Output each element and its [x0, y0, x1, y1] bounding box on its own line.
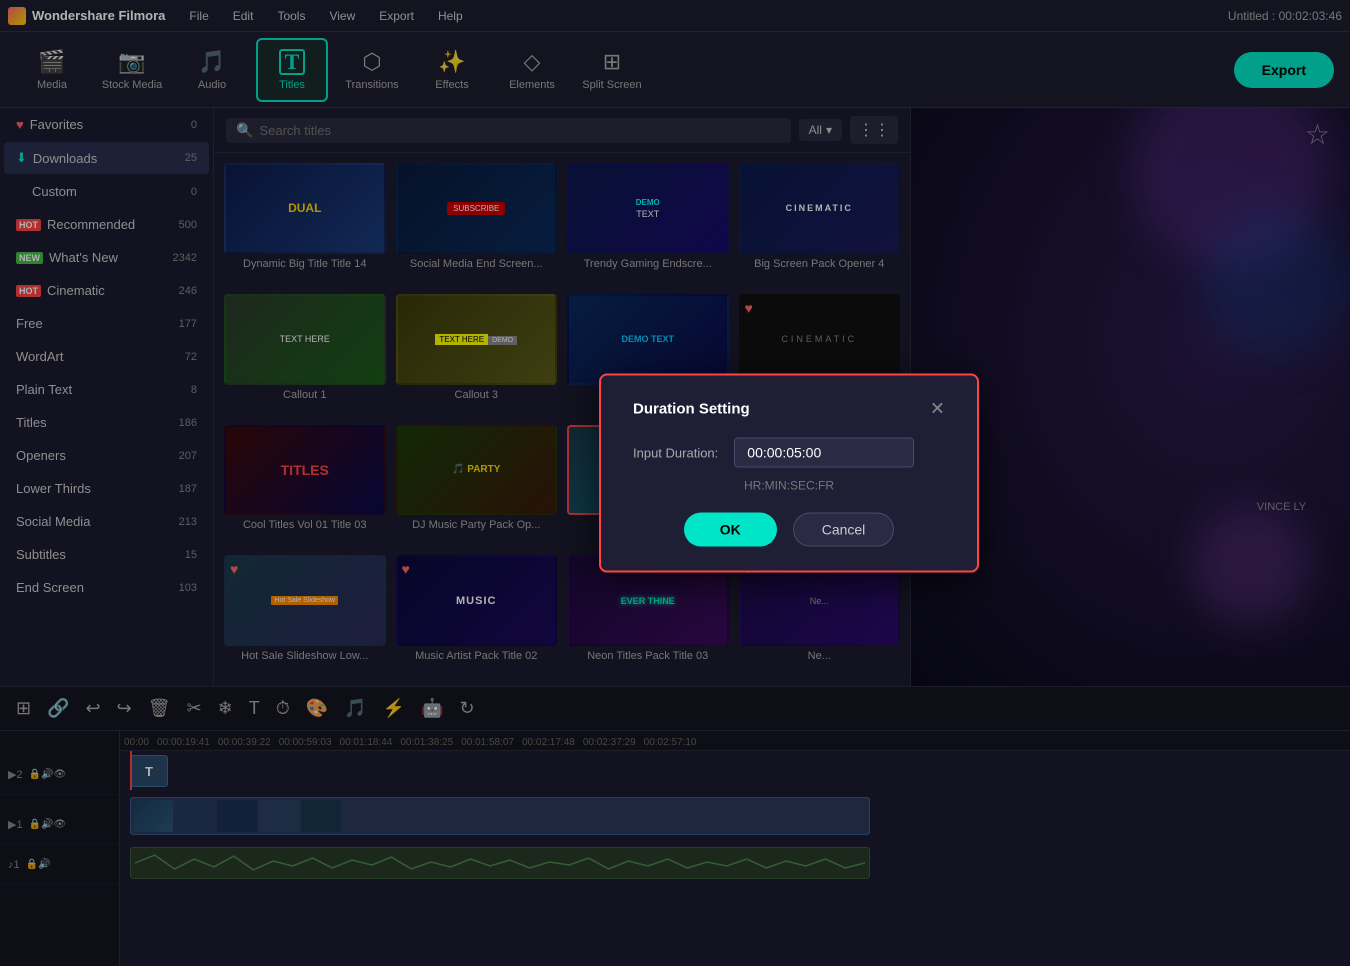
modal-ok-button[interactable]: OK	[684, 513, 777, 547]
modal-label-input-duration: Input Duration:	[633, 445, 718, 460]
modal-title: Duration Setting	[633, 400, 750, 417]
modal-close-button[interactable]: ✕	[930, 400, 945, 418]
modal-input-duration[interactable]	[734, 438, 914, 468]
modal-overlay: Duration Setting ✕ Input Duration: HR:MI…	[0, 0, 1350, 966]
modal-cancel-button[interactable]: Cancel	[793, 513, 895, 547]
duration-setting-modal: Duration Setting ✕ Input Duration: HR:MI…	[599, 374, 979, 573]
modal-hint-format: HR:MIN:SEC:FR	[744, 479, 834, 493]
modal-title-bar: Duration Setting ✕	[633, 400, 945, 418]
modal-buttons: OK Cancel	[633, 513, 945, 547]
modal-field-duration: Input Duration: HR:MIN:SEC:FR	[633, 438, 945, 493]
modal-row-input: Input Duration:	[633, 438, 945, 468]
